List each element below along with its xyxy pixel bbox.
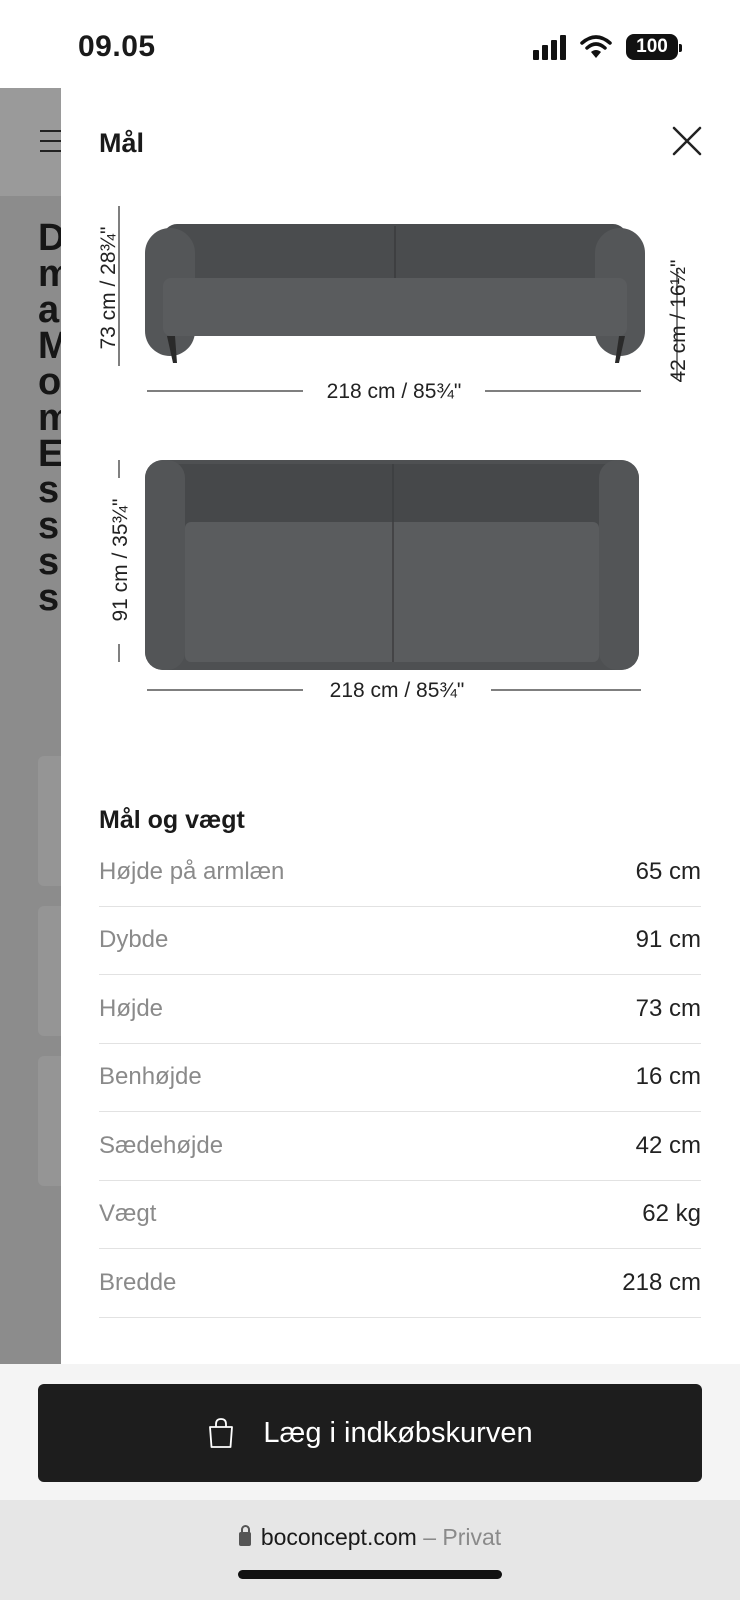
- shopping-bag-icon: [209, 1418, 234, 1448]
- action-area: Læg i indkøbskurven: [0, 1364, 740, 1500]
- drawer-title: Mål: [99, 128, 145, 158]
- spec-row-width: Bredde 218 cm: [99, 1249, 701, 1318]
- spec-row-height: Højde 73 cm: [99, 975, 701, 1044]
- close-icon[interactable]: [670, 124, 704, 158]
- spec-row-armrest-height: Højde på armlæn 65 cm: [99, 838, 701, 907]
- spec-row-depth: Dybde 91 cm: [99, 907, 701, 975]
- spec-row-weight: Vægt 62 kg: [99, 1181, 701, 1249]
- dimensions-drawer: Mål 73 cm / 28¾" 42 cm / 16½" 218 cm / 8…: [61, 88, 740, 1364]
- specs-table: Højde på armlæn 65 cm Dybde 91 cm Højde …: [99, 838, 701, 1318]
- height-dimension-label: 73 cm / 28¾": [97, 226, 120, 349]
- url-domain: boconcept.com: [260, 1524, 417, 1550]
- spec-label: Vægt: [99, 1200, 157, 1228]
- browser-address-bar[interactable]: boconcept.com – Privat: [0, 1500, 740, 1600]
- spec-value: 62 kg: [642, 1200, 701, 1228]
- spec-label: Højde på armlæn: [99, 857, 285, 885]
- home-indicator[interactable]: [238, 1570, 502, 1579]
- spec-row-leg-height: Benhøjde 16 cm: [99, 1044, 701, 1112]
- spec-label: Benhøjde: [99, 1063, 202, 1091]
- spec-value: 218 cm: [622, 1268, 701, 1296]
- depth-dimension-label: 91 cm / 35¾": [109, 498, 132, 621]
- specs-heading: Mål og vægt: [99, 806, 245, 834]
- status-time: 09.05: [78, 30, 156, 63]
- spec-value: 42 cm: [635, 1131, 701, 1159]
- spec-value: 91 cm: [635, 926, 701, 954]
- status-bar: 09.05 100: [0, 0, 740, 88]
- spec-value: 16 cm: [635, 1063, 701, 1091]
- add-to-cart-button[interactable]: Læg i indkøbskurven: [38, 1384, 702, 1482]
- sofa-front-image: [145, 224, 645, 363]
- top-width-dimension-label: 218 cm / 85¾": [330, 679, 465, 702]
- spec-value: 65 cm: [635, 857, 701, 885]
- spec-label: Bredde: [99, 1268, 177, 1296]
- battery-icon: 100: [626, 34, 682, 60]
- cellular-signal-icon: [533, 34, 566, 60]
- spec-value: 73 cm: [635, 994, 701, 1022]
- spec-label: Sædehøjde: [99, 1131, 224, 1159]
- wifi-icon: [580, 35, 612, 58]
- spec-row-seat-height: Sædehøjde 42 cm: [99, 1112, 701, 1181]
- spec-label: Højde: [99, 994, 164, 1022]
- front-width-dimension-label: 218 cm / 85¾": [327, 380, 462, 403]
- private-mode-label: – Privat: [423, 1524, 502, 1550]
- sofa-front-view: 73 cm / 28¾" 42 cm / 16½" 218 cm / 85¾": [97, 206, 690, 403]
- url-display[interactable]: boconcept.com – Privat: [0, 1524, 740, 1551]
- seat-height-dimension-label: 42 cm / 16½": [667, 259, 690, 382]
- add-to-cart-label: Læg i indkøbskurven: [263, 1416, 533, 1449]
- lock-icon: [238, 1525, 251, 1546]
- sofa-top-view: 91 cm / 35¾" 218 cm / 85¾": [109, 460, 641, 702]
- sofa-top-image: [145, 460, 639, 670]
- spec-label: Dybde: [99, 926, 169, 954]
- status-icons: 100: [533, 34, 682, 60]
